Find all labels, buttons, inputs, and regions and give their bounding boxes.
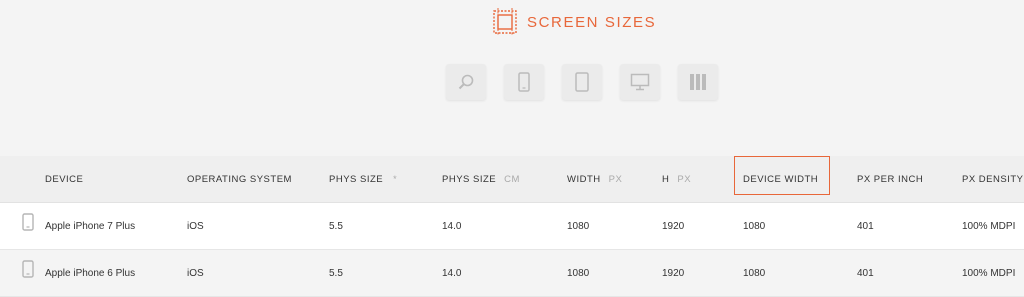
- cell-height: 1920: [662, 220, 685, 232]
- table-row[interactable]: Apple iPhone 6 Plus iOS 5.5 14.0 1080 19…: [0, 250, 1024, 297]
- column-header-px-per-inch[interactable]: PX PER INCH: [857, 156, 923, 202]
- column-label: PX DENSITY: [962, 173, 1024, 185]
- device-filter-bar: [446, 64, 718, 100]
- cell-os: iOS: [187, 220, 204, 232]
- cell-phys-size-in: 5.5: [329, 220, 343, 232]
- cell-px-density: 100% MDPI: [962, 267, 1016, 279]
- column-label: WIDTH: [567, 173, 601, 185]
- column-label: DEVICE WIDTH: [743, 173, 819, 185]
- column-unit: PX: [608, 173, 623, 185]
- column-unit: CM: [504, 173, 520, 185]
- cell-device-width: 1080: [743, 220, 766, 232]
- cell-phys-size-in: 5.5: [329, 267, 343, 279]
- logo[interactable]: SCREEN SIZES: [489, 6, 656, 38]
- cell-phys-size-cm: 14.0: [442, 220, 462, 232]
- desktop-filter-button[interactable]: [620, 64, 660, 100]
- column-label: PHYS SIZE: [329, 173, 384, 185]
- table-header: DEVICE OPERATING SYSTEM PHYS SIZE * PHYS…: [0, 156, 1024, 203]
- search-button[interactable]: [446, 64, 486, 100]
- cell-device-width: 1080: [743, 267, 766, 279]
- column-label: DEVICE: [45, 173, 84, 185]
- cell-width: 1080: [567, 267, 590, 279]
- cell-phys-size-cm: 14.0: [442, 267, 462, 279]
- phone-icon: [22, 260, 34, 278]
- cell-width: 1080: [567, 220, 590, 232]
- cell-os: iOS: [187, 267, 204, 279]
- search-icon: [458, 74, 474, 90]
- cell-device: Apple iPhone 6 Plus: [45, 267, 136, 279]
- columns-icon: [690, 74, 706, 90]
- table-row[interactable]: Apple iPhone 7 Plus iOS 5.5 14.0 1080 19…: [0, 203, 1024, 250]
- column-header-device-width[interactable]: DEVICE WIDTH: [743, 156, 818, 202]
- phone-icon: [518, 72, 530, 92]
- cell-device: Apple iPhone 7 Plus: [45, 220, 136, 232]
- cell-px-density: 100% MDPI: [962, 220, 1016, 232]
- devices-table: DEVICE OPERATING SYSTEM PHYS SIZE * PHYS…: [0, 156, 1024, 297]
- cell-px-per-inch: 401: [857, 267, 874, 279]
- sort-indicator: *: [393, 174, 398, 184]
- logo-text: SCREEN SIZES: [527, 13, 657, 31]
- cell-px-per-inch: 401: [857, 220, 874, 232]
- column-header-px-density[interactable]: PX DENSITY: [962, 156, 1024, 202]
- column-label: PX PER INCH: [857, 173, 924, 185]
- column-header-height[interactable]: H PX: [662, 156, 691, 202]
- column-header-os[interactable]: OPERATING SYSTEM: [187, 156, 292, 202]
- column-label: OPERATING SYSTEM: [187, 173, 292, 185]
- column-header-phys-size-cm[interactable]: PHYS SIZE CM: [442, 156, 520, 202]
- cell-height: 1920: [662, 267, 685, 279]
- column-header-device[interactable]: DEVICE: [45, 156, 83, 202]
- phone-filter-button[interactable]: [504, 64, 544, 100]
- column-unit: PX: [677, 173, 692, 185]
- frame-cube-icon: [493, 8, 517, 36]
- tablet-filter-button[interactable]: [562, 64, 602, 100]
- tablet-icon: [575, 72, 589, 92]
- monitor-icon: [630, 73, 650, 91]
- columns-toggle-button[interactable]: [678, 64, 718, 100]
- column-label: H: [662, 173, 670, 185]
- column-header-width[interactable]: WIDTH PX: [567, 156, 622, 202]
- column-label: PHYS SIZE: [442, 173, 497, 185]
- column-header-phys-size-in[interactable]: PHYS SIZE *: [329, 156, 397, 202]
- phone-icon: [22, 213, 34, 231]
